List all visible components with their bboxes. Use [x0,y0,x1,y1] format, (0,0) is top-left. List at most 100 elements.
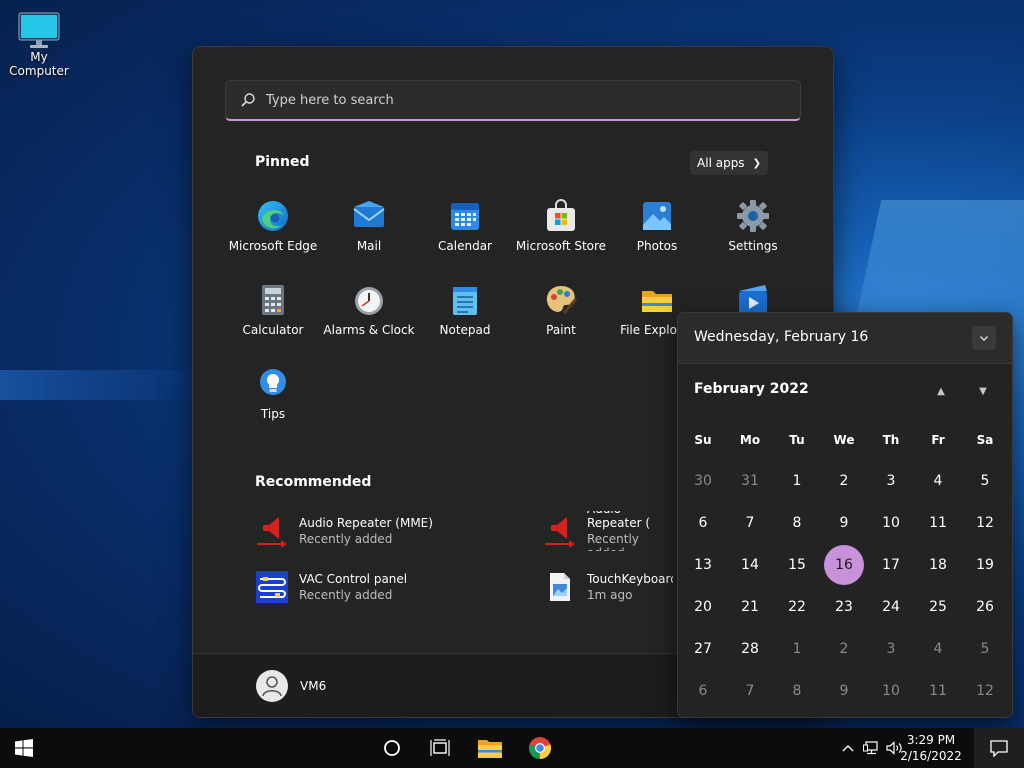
calendar-day[interactable]: 2 [824,629,864,669]
calendar-collapse-button[interactable] [972,326,996,350]
search-button[interactable] [372,728,412,768]
pinned-app-alarms[interactable]: Alarms & Clock [321,279,417,355]
calendar-day[interactable]: 5 [965,461,1005,501]
calendar-day[interactable]: 6 [683,503,723,543]
pinned-app-photos[interactable]: Photos [609,195,705,271]
taskbar-clock[interactable]: 3:29 PM 2/16/2022 [896,732,966,764]
task-view-icon [430,739,450,756]
previous-month-button[interactable]: ▲ [933,383,949,399]
calendar-day[interactable]: 11 [918,671,958,711]
recommended-subtitle: Recently added [299,588,393,602]
notification-icon [990,740,1008,757]
calendar-icon [448,199,482,233]
calendar-day[interactable]: 19 [965,545,1005,585]
calendar-month-label[interactable]: February 2022 [694,381,809,397]
notepad-icon [448,283,482,317]
calendar-day[interactable]: 20 [683,587,723,627]
pinned-app-calendar[interactable]: Calendar [417,195,513,271]
audio-repeater-icon [543,514,577,548]
taskbar: 3:29 PM 2/16/2022 [0,728,1024,768]
taskbar-chrome[interactable] [520,728,560,768]
mail-icon [352,199,386,233]
pinned-app-paint[interactable]: Paint [513,279,609,355]
pinned-app-label: Mail [356,239,382,253]
calendar-day[interactable]: 7 [730,503,770,543]
calendar-day[interactable]: 30 [683,461,723,501]
calendar-day[interactable]: 2 [824,461,864,501]
recommended-item[interactable]: Audio Repeater (MME) Recently added [255,511,525,551]
calendar-day[interactable]: 5 [965,629,1005,669]
calendar-day[interactable]: 24 [871,587,911,627]
all-apps-button[interactable]: All apps ❯ [690,151,768,175]
search-placeholder: Type here to search [266,92,394,108]
user-account-button[interactable]: VM6 [256,670,326,702]
pinned-app-label: Microsoft Edge [228,239,318,253]
calendar-day[interactable]: 9 [824,671,864,711]
calendar-day[interactable]: 6 [683,671,723,711]
next-month-button[interactable]: ▼ [975,383,991,399]
calendar-day[interactable]: 28 [730,629,770,669]
calendar-day[interactable]: 3 [871,629,911,669]
vac-icon [255,570,289,604]
photos-icon [640,199,674,233]
desktop-icon-my-computer[interactable]: My Computer [0,8,78,78]
taskbar-file-explorer[interactable] [470,728,510,768]
calendar-day[interactable]: 12 [965,671,1005,711]
pinned-app-settings[interactable]: Settings [705,195,801,271]
recommended-item[interactable]: VAC Control panel Recently added [255,567,525,607]
clock-date: 2/16/2022 [900,749,962,763]
pinned-app-calculator[interactable]: Calculator [225,279,321,355]
start-button[interactable] [0,728,48,768]
calendar-day[interactable]: 12 [965,503,1005,543]
calendar-day[interactable]: 13 [683,545,723,585]
pinned-app-label: Tips [260,407,286,421]
task-view-button[interactable] [420,728,460,768]
calendar-day[interactable]: 25 [918,587,958,627]
search-box[interactable]: Type here to search [225,80,801,121]
pinned-app-tips[interactable]: Tips [225,363,321,439]
pinned-app-mail[interactable]: Mail [321,195,417,271]
calendar-day[interactable]: 18 [918,545,958,585]
calendar-day[interactable]: 9 [824,503,864,543]
calendar-day[interactable]: 1 [777,461,817,501]
network-button[interactable] [861,728,881,768]
calendar-day[interactable]: 27 [683,629,723,669]
pinned-app-label: Microsoft Store [515,239,607,253]
search-icon [241,93,255,107]
calendar-day[interactable]: 31 [730,461,770,501]
calendar-day[interactable]: 8 [777,503,817,543]
triangle-up-icon: ▲ [937,385,945,397]
calendar-day[interactable]: 3 [871,461,911,501]
calendar-day[interactable]: 4 [918,629,958,669]
paint-icon [544,283,578,317]
calendar-day[interactable]: 7 [730,671,770,711]
calendar-day[interactable]: 15 [777,545,817,585]
recommended-item[interactable]: Audio Repeater ( Recently added [543,511,673,551]
pinned-app-label: Notepad [439,323,491,337]
show-hidden-icons-button[interactable] [838,728,858,768]
calendar-day[interactable]: 11 [918,503,958,543]
pinned-app-notepad[interactable]: Notepad [417,279,513,355]
calendar-day[interactable]: 1 [777,629,817,669]
calendar-day[interactable]: 17 [871,545,911,585]
clock-icon [352,283,386,317]
network-icon [863,741,878,755]
pinned-app-edge[interactable]: Microsoft Edge [225,195,321,271]
action-center-button[interactable] [974,728,1024,768]
calendar-day[interactable]: 14 [730,545,770,585]
recommended-title-text: VAC Control panel [299,572,408,586]
calendar-day[interactable]: 4 [918,461,958,501]
chevron-up-icon [842,745,854,752]
calendar-day[interactable]: 8 [777,671,817,711]
weekday-label: Th [882,433,900,447]
pinned-app-store[interactable]: Microsoft Store [513,195,609,271]
calendar-day[interactable]: 26 [965,587,1005,627]
calendar-day[interactable]: 22 [777,587,817,627]
recommended-item[interactable]: TouchKeyboardT 1m ago [543,567,673,607]
calendar-day[interactable]: 10 [871,671,911,711]
calendar-day[interactable]: 16 [824,545,864,585]
calendar-day[interactable]: 23 [824,587,864,627]
audio-repeater-icon [255,514,289,548]
calendar-day[interactable]: 10 [871,503,911,543]
calendar-day[interactable]: 21 [730,587,770,627]
